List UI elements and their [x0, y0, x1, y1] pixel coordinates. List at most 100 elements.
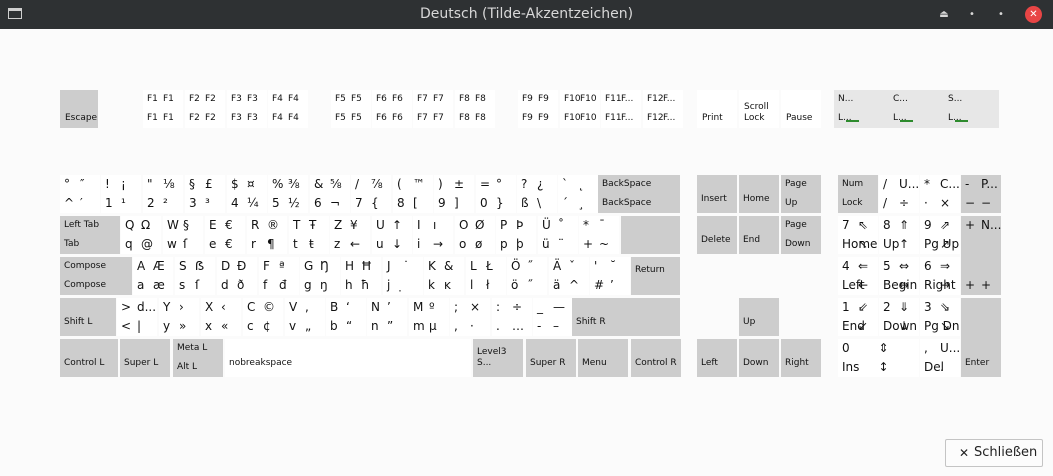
key-backspace[interactable]: BackSpace BackSpace [598, 175, 680, 213]
key-f[interactable]: Fªfđ [259, 257, 299, 295]
key-caps[interactable]: Compose Compose [60, 257, 132, 295]
key-period[interactable]: : ÷.… [492, 298, 532, 336]
key-f12[interactable]: F12 F... F12 F... [643, 90, 683, 128]
key-k9[interactable]: ) ±9] [434, 175, 474, 213]
key-space[interactable]: nobreakspace [225, 339, 471, 377]
key-kp9[interactable]: 9 ⇗ Pg Up ↗ [920, 216, 960, 254]
key-home[interactable]: Home [739, 175, 779, 213]
key-alt-l[interactable]: Meta L Alt L [173, 339, 223, 377]
key-f10[interactable]: F10 F10 F10 F10 [560, 90, 600, 128]
key-w[interactable]: W § w ſ [163, 216, 203, 254]
close-dialog-button[interactable]: ✕ Schließen [945, 439, 1043, 467]
key-led-scroll[interactable]: S... L... [944, 90, 999, 128]
key-t[interactable]: TŦtŧ [289, 216, 329, 254]
key-hash[interactable]: ' ˘ # ’ [590, 257, 630, 295]
key-pause[interactable]: Pause [781, 90, 821, 128]
key-k0[interactable]: = ° 0} [476, 175, 516, 213]
key-shift-l[interactable]: Shift L [60, 298, 116, 336]
key-kp6[interactable]: 6 ⇒ Right → [920, 257, 960, 295]
key-ctrl-l[interactable]: Control L [60, 339, 118, 377]
key-insert[interactable]: Insert [697, 175, 737, 213]
key-delete[interactable]: Delete [697, 216, 737, 254]
key-plus[interactable]: * ¯ + ~ [579, 216, 619, 254]
key-ue[interactable]: Ü ˚ ü ¨ [538, 216, 578, 254]
key-l[interactable]: LŁlł [466, 257, 506, 295]
key-kp1[interactable]: 1 ⇙ End ↙ [838, 298, 878, 336]
key-r[interactable]: R ® r ¶ [247, 216, 287, 254]
key-q[interactable]: Q Ωq @ [121, 216, 161, 254]
key-kp-enter[interactable]: Enter [961, 298, 1001, 377]
key-scroll-lock[interactable]: Scroll Lock [739, 90, 779, 128]
key-numlock[interactable]: Num Lock [838, 175, 878, 213]
key-k1[interactable]: ! ¡ 1 ¹ [101, 175, 141, 213]
key-up[interactable]: Up [739, 298, 779, 336]
key-f2[interactable]: F2 F2 F2 F2 [185, 90, 225, 128]
key-f7[interactable]: F7 F7 F7 F7 [413, 90, 453, 128]
key-kp0[interactable]: 0 ⇕ Ins ↕ [838, 339, 919, 377]
key-h[interactable]: HĦhħ [341, 257, 381, 295]
key-k3[interactable]: § £3 ³ [185, 175, 225, 213]
key-z[interactable]: Z ¥ z ← [330, 216, 370, 254]
key-tab[interactable]: Left Tab Tab [60, 216, 120, 254]
key-f5[interactable]: F5 F5 F5 F5 [331, 90, 371, 128]
key-sz[interactable]: ? ¿ ß \ [517, 175, 557, 213]
key-y[interactable]: Y › y » [159, 298, 199, 336]
key-f8[interactable]: F8 F8 F8 F8 [455, 90, 495, 128]
key-less[interactable]: > d... < | [117, 298, 157, 336]
key-kp2[interactable]: 2 ⇓ Down ↓ [879, 298, 919, 336]
key-k4[interactable]: $ ¤ 4 ¼ [227, 175, 267, 213]
key-kp5[interactable]: 5 ⇔ Begin ↔ [879, 257, 919, 295]
key-menu[interactable]: Menu [578, 339, 628, 377]
maximize-button[interactable]: • [992, 6, 1010, 23]
key-return-lower[interactable]: Return [631, 257, 680, 295]
key-minus[interactable]: _ — - – [533, 298, 573, 336]
key-kp-add[interactable]: + N... + + [961, 216, 1001, 295]
key-acute[interactable]: ` ˛ ´ ¸ [558, 175, 598, 213]
key-j[interactable]: J˙j̣ [383, 257, 423, 295]
key-grave[interactable]: ° ″ ^ ′ [60, 175, 100, 213]
key-a[interactable]: AÆaæ [133, 257, 173, 295]
key-f11[interactable]: F11 F... F11 F... [601, 90, 641, 128]
key-led-num[interactable]: N... L... [834, 90, 889, 128]
key-k6[interactable]: & ⅝ 6 ¬ [310, 175, 350, 213]
key-pgup[interactable]: Page Up [781, 175, 821, 213]
key-m[interactable]: Mºmµ [409, 298, 449, 336]
key-k7[interactable]: / ⅞ 7 { [351, 175, 391, 213]
key-k[interactable]: K & k ĸ [424, 257, 464, 295]
key-kp3[interactable]: 3 ⇘ Pg Dn ↘ [920, 298, 960, 336]
key-end[interactable]: End [739, 216, 779, 254]
key-c[interactable]: C © c ¢ [243, 298, 283, 336]
shade-button[interactable]: ⏏ [935, 6, 953, 23]
key-right[interactable]: Right [781, 339, 821, 377]
key-d[interactable]: DÐdð [217, 257, 257, 295]
key-altgr[interactable]: Level3 S... [473, 339, 523, 377]
key-k8[interactable]: (™ 8 [ [393, 175, 433, 213]
key-p[interactable]: PÞpþ [496, 216, 536, 254]
key-shift-r[interactable]: Shift R [572, 298, 680, 336]
close-window-button[interactable]: ✕ [1025, 6, 1042, 23]
key-f6[interactable]: F6 F6 F6 F6 [372, 90, 412, 128]
key-super-l[interactable]: Super L [120, 339, 170, 377]
key-return[interactable] [621, 216, 680, 254]
key-kp8[interactable]: 8 ⇑ Up ↑ [879, 216, 919, 254]
minimize-button[interactable]: • [963, 6, 981, 23]
key-print[interactable]: Print [697, 90, 737, 128]
key-kp4[interactable]: 4 ⇐ Left ← [838, 257, 878, 295]
key-led-caps[interactable]: C... L... [889, 90, 944, 128]
key-kp-dec[interactable]: , U... Del. [920, 339, 960, 377]
key-kp7[interactable]: 7 ⇖ Home ↖ [838, 216, 878, 254]
key-pgdn[interactable]: Page Down [781, 216, 821, 254]
key-left[interactable]: Left [697, 339, 737, 377]
key-ctrl-r[interactable]: Control R [631, 339, 681, 377]
key-kp-sub[interactable]: - P... − − [961, 175, 1001, 213]
key-comma[interactable]: ; ×, · [450, 298, 490, 336]
key-kp-div[interactable]: / U... / ÷ [879, 175, 919, 213]
key-kp-mul[interactable]: * C... · × [920, 175, 960, 213]
key-ae[interactable]: Ä ˇ ä ^ [549, 257, 589, 295]
key-v[interactable]: V, v „ [285, 298, 325, 336]
key-super-r[interactable]: Super R [526, 339, 576, 377]
key-n[interactable]: N ’ n ” [367, 298, 407, 336]
key-f3[interactable]: F3 F3 F3 F3 [227, 90, 267, 128]
key-b[interactable]: B ‘ b “ [326, 298, 366, 336]
key-k2[interactable]: " ⅛ 2 ² [143, 175, 183, 213]
